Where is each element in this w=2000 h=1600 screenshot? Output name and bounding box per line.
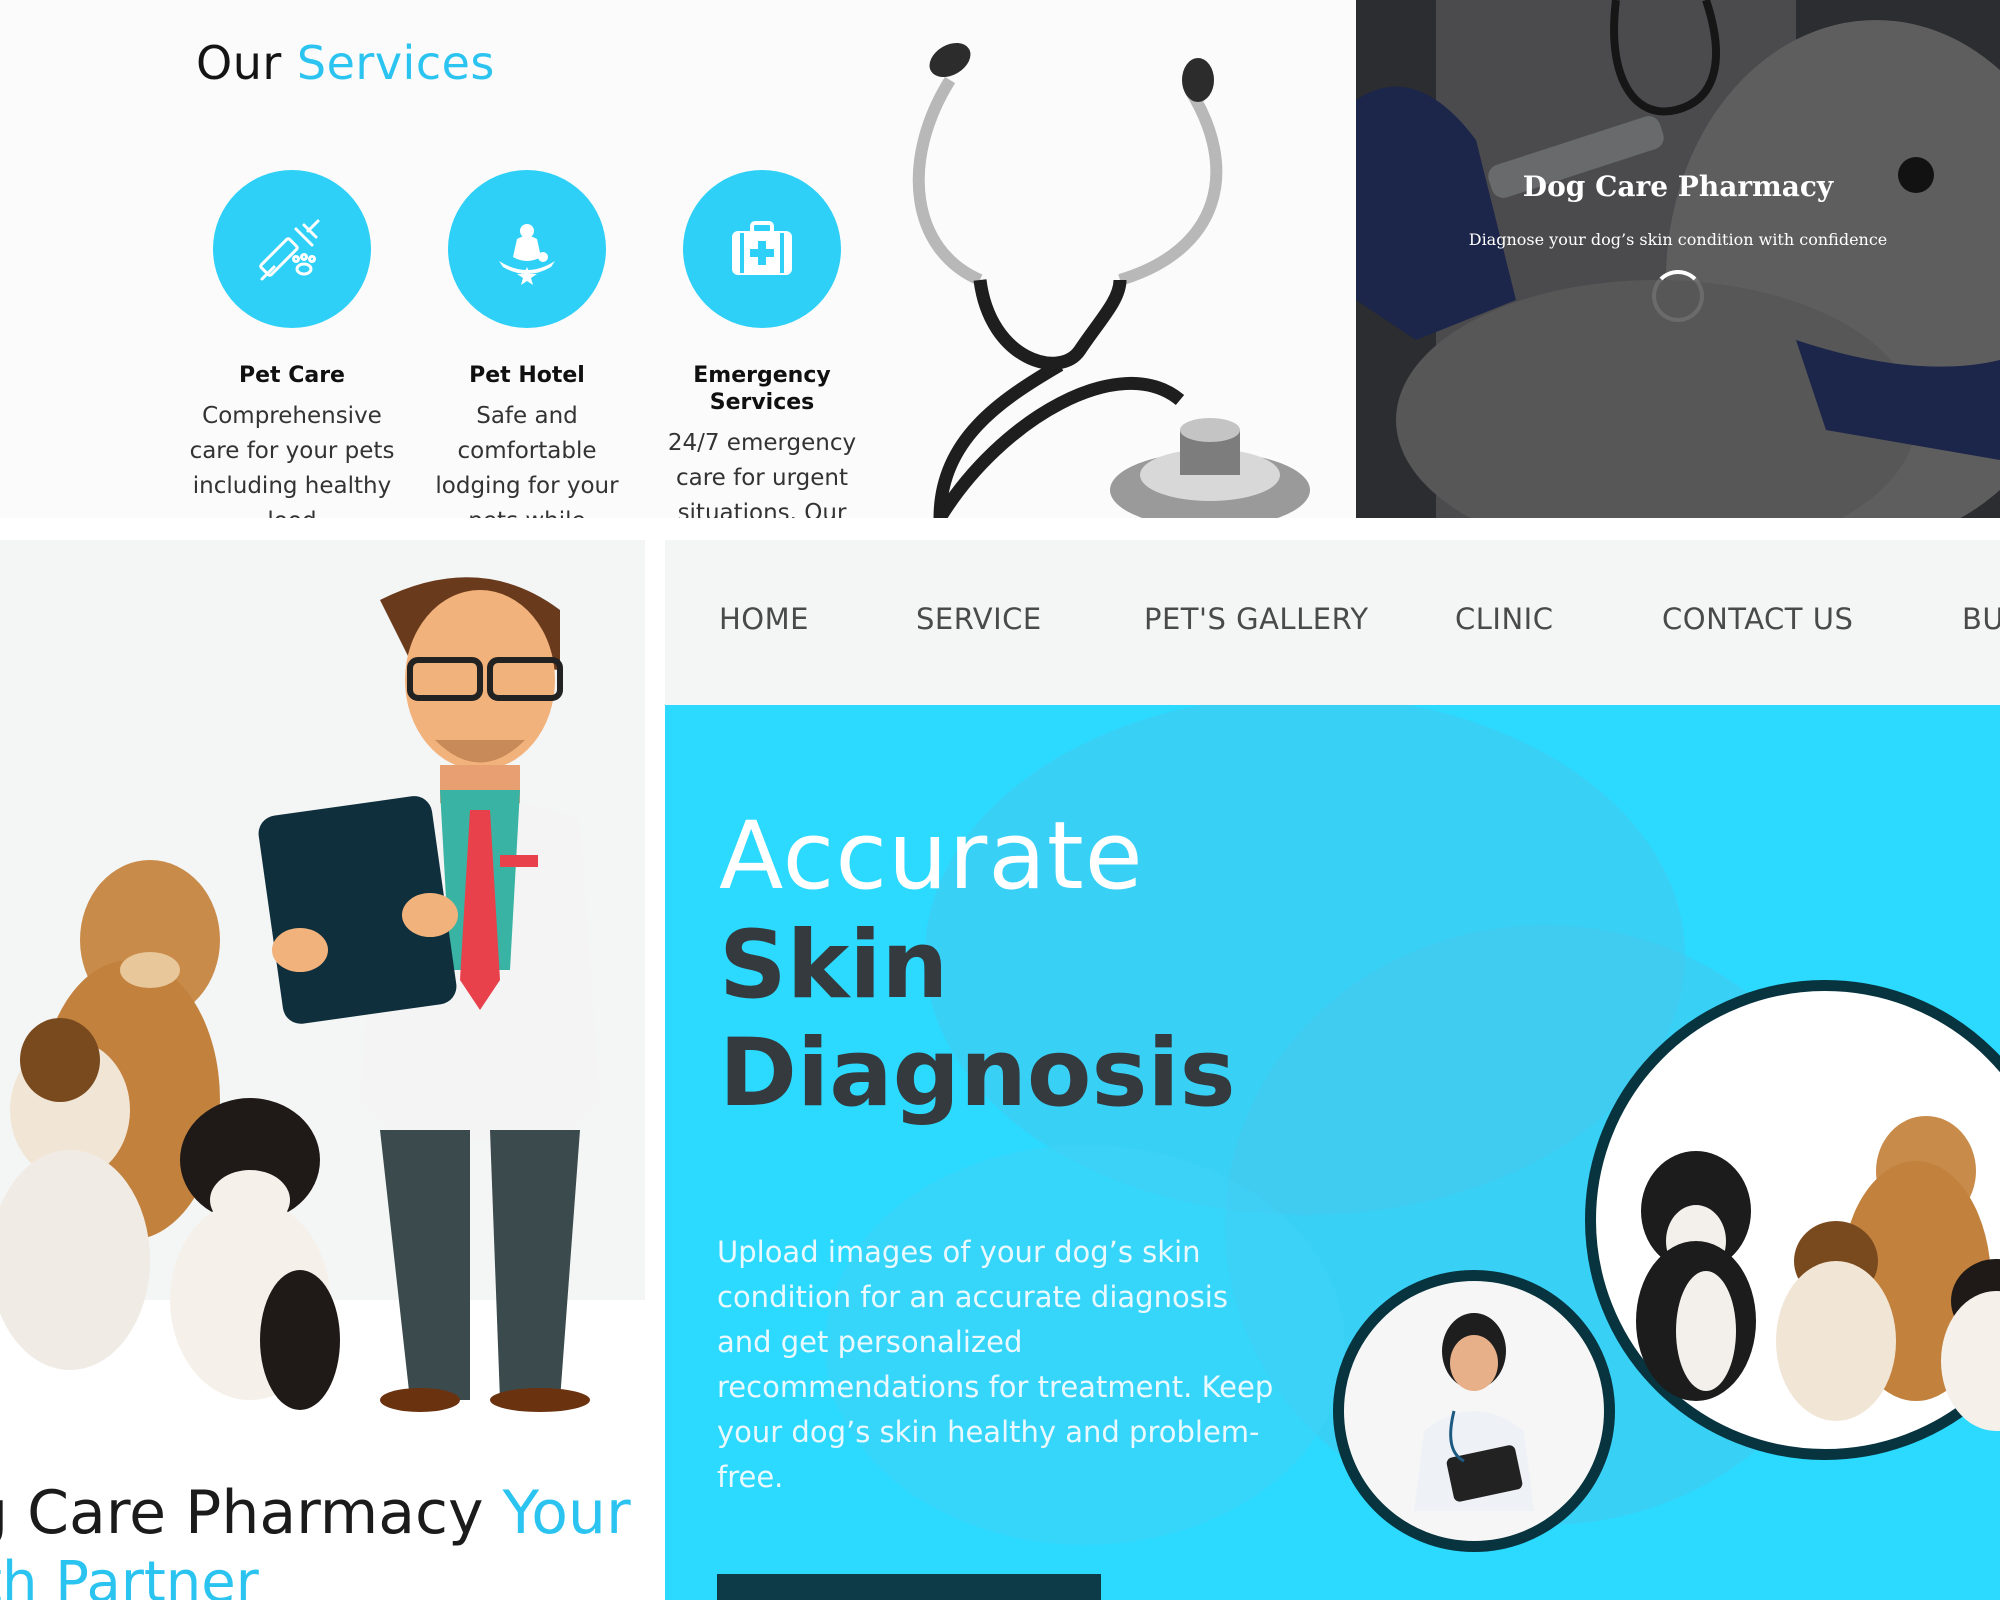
nav-book[interactable]: BU — [1962, 602, 2000, 636]
services-title-prefix: Our — [196, 36, 297, 90]
skin-diagnosis-page: HOME SERVICE PET'S GALLERY CLINIC CONTAC… — [665, 540, 2000, 1600]
nav-home[interactable]: HOME — [719, 602, 809, 636]
pharmacy-hero-panel: Dog Care Pharmacy Diagnose your dog’s sk… — [1356, 0, 2000, 518]
doctor-panel-headline: g Care Pharmacy Your — [0, 1478, 631, 1548]
services-title-accent: Services — [296, 36, 495, 90]
dogs-circle-image — [1585, 980, 2000, 1460]
doctor-illustration-panel: g Care Pharmacy Your th Partner — [0, 540, 645, 1600]
pet-hotel-icon — [448, 170, 606, 328]
medical-kit-icon — [683, 170, 841, 328]
headline-accent: Your — [502, 1478, 631, 1548]
service-description: 24/7 emergency care for urgent situation… — [667, 430, 857, 518]
nav-pets-gallery[interactable]: PET'S GALLERY — [1144, 602, 1369, 636]
female-vet-illustration — [1414, 1313, 1534, 1511]
vet-circle-image — [1333, 1270, 1615, 1552]
doctor-with-dogs-illustration — [0, 577, 600, 1412]
nav-contact-us[interactable]: CONTACT US — [1662, 602, 1853, 636]
hero-title: Dog Care Pharmacy — [1522, 170, 1834, 203]
nav-clinic[interactable]: CLINIC — [1455, 602, 1553, 636]
services-panel: Our Services Pet Care Comprehensive care… — [0, 0, 1356, 518]
service-description: Comprehensive care for your pets includi… — [189, 403, 395, 518]
doctor-panel-headline-line2: th Partner — [0, 1550, 259, 1600]
headline-prefix: g Care Pharmacy — [0, 1478, 503, 1548]
service-card-pet-care[interactable]: Pet Care Comprehensive care for your pet… — [187, 170, 397, 518]
service-card-pet-hotel[interactable]: Pet Hotel Safe and comfortable lodging f… — [422, 170, 632, 518]
hero-heading-bold-line1: Skin — [719, 911, 949, 1020]
hero-heading-light: Accurate — [719, 802, 1144, 911]
service-name: Pet Hotel — [469, 363, 585, 388]
service-name: Pet Care — [239, 363, 345, 388]
service-card-emergency[interactable]: Emergency Services 24/7 emergency care f… — [657, 170, 867, 518]
syringe-paw-icon — [213, 170, 371, 328]
stethoscope-illustration — [912, 42, 1310, 518]
upload-button[interactable] — [717, 1574, 1101, 1600]
top-navigation: HOME SERVICE PET'S GALLERY CLINIC CONTAC… — [665, 540, 2000, 705]
hero-heading-bold: Skin Diagnosis — [719, 912, 1236, 1128]
hero-description: Upload images of your dog’s skin conditi… — [717, 1235, 1274, 1494]
nav-service[interactable]: SERVICE — [916, 602, 1042, 636]
loading-spinner-icon — [1652, 270, 1704, 322]
hero-heading-bold-line2: Diagnosis — [719, 1019, 1236, 1128]
hero-overlay — [1356, 0, 2000, 518]
service-description: Safe and comfortable lodging for your pe… — [435, 403, 619, 518]
service-name: Emergency Services — [693, 363, 831, 415]
hero-subtitle: Diagnose your dog’s skin condition with … — [1468, 230, 1888, 249]
services-title: Our Services — [196, 36, 495, 90]
group-of-dogs-illustration — [1636, 1116, 2000, 1431]
